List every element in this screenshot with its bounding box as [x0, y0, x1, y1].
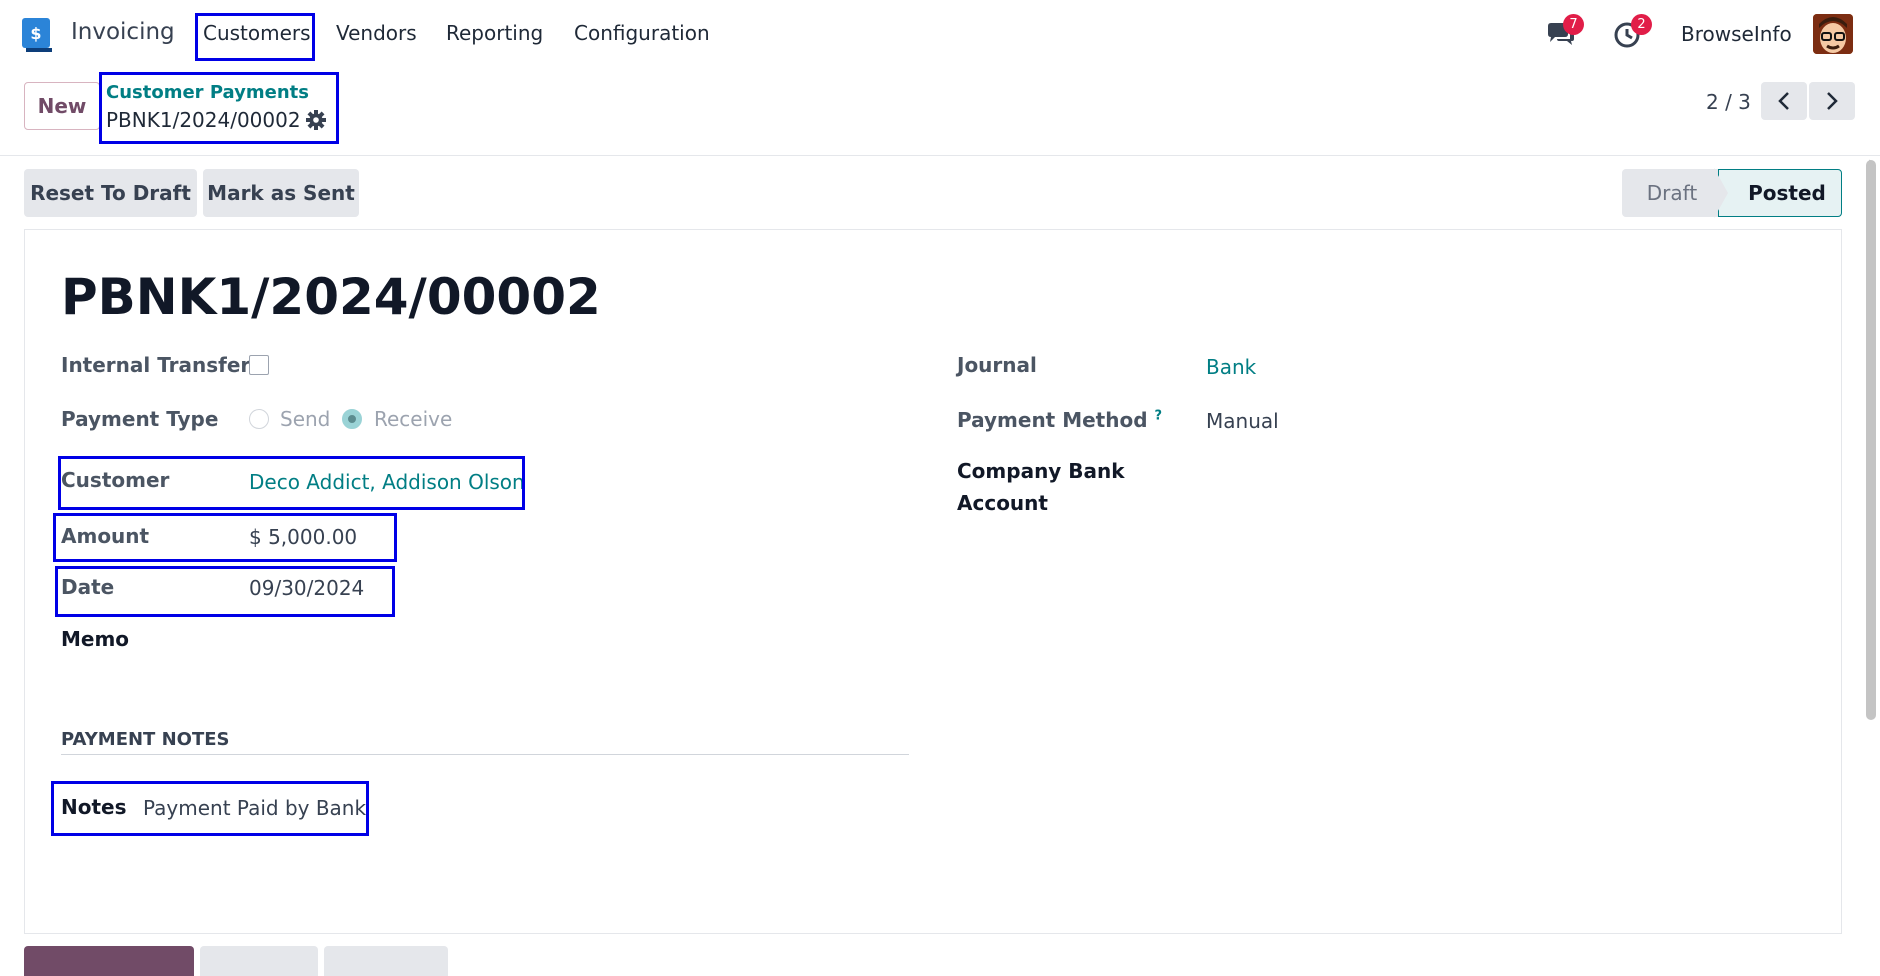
menu-reporting[interactable]: Reporting: [446, 21, 543, 45]
payment-type-label: Payment Type: [61, 407, 219, 431]
customer-field[interactable]: Deco Addict, Addison Olson: [249, 470, 525, 494]
breadcrumb-current-record: PBNK1/2024/00002: [106, 108, 301, 132]
control-panel: New Customer Payments PBNK1/2024/00002 2…: [0, 68, 1880, 156]
company-bank-label-line1: Company Bank: [957, 459, 1125, 483]
stage-arrow: [1714, 168, 1728, 218]
payment-type-send-label: Send: [280, 407, 331, 431]
log-note-button[interactable]: [200, 946, 318, 976]
activities-tab-button[interactable]: [324, 946, 448, 976]
vertical-scrollbar[interactable]: [1866, 160, 1876, 720]
payment-type-receive-label: Receive: [374, 407, 453, 431]
messages-button[interactable]: 7: [1545, 14, 1584, 50]
amount-field[interactable]: $ 5,000.00: [249, 525, 357, 549]
menu-customers[interactable]: Customers: [203, 21, 311, 45]
payment-type-receive-radio[interactable]: [342, 409, 362, 429]
record-actions-gear-icon[interactable]: [305, 109, 327, 131]
menu-vendors[interactable]: Vendors: [336, 21, 417, 45]
payment-method-label: Payment Method ?: [957, 408, 1162, 432]
pager-previous-button[interactable]: [1761, 82, 1807, 120]
amount-label: Amount: [61, 524, 150, 548]
reset-to-draft-button[interactable]: Reset To Draft: [24, 169, 197, 217]
activities-button[interactable]: 2: [1613, 14, 1652, 50]
customer-label: Customer: [61, 468, 170, 492]
stage-posted[interactable]: Posted: [1718, 169, 1842, 217]
activities-badge: 2: [1631, 14, 1652, 35]
payment-notes-header: PAYMENT NOTES: [61, 729, 230, 750]
messages-badge: 7: [1563, 14, 1584, 35]
mark-as-sent-button[interactable]: Mark as Sent: [203, 169, 359, 217]
record-title: PBNK1/2024/00002: [61, 268, 601, 326]
top-navbar: $ Invoicing Customers Vendors Reporting …: [0, 0, 1880, 68]
chevron-right-icon: [1827, 92, 1838, 110]
invoicing-app-icon[interactable]: $: [22, 18, 56, 52]
date-label: Date: [61, 575, 115, 599]
menu-configuration[interactable]: Configuration: [574, 21, 710, 45]
section-divider: [61, 754, 909, 755]
payment-type-send-radio[interactable]: [249, 409, 269, 429]
user-menu[interactable]: BrowseInfo: [1681, 22, 1792, 46]
app-name[interactable]: Invoicing: [71, 19, 175, 45]
internal-transfer-label: Internal Transfer: [61, 353, 251, 377]
company-bank-label-line2: Account: [957, 491, 1048, 515]
journal-field[interactable]: Bank: [1206, 355, 1256, 379]
date-field[interactable]: 09/30/2024: [249, 576, 364, 600]
payment-method-label-text: Payment Method: [957, 408, 1148, 432]
new-button[interactable]: New: [24, 82, 100, 130]
send-message-button[interactable]: [24, 946, 194, 976]
journal-label: Journal: [957, 353, 1037, 377]
pager-value[interactable]: 2 / 3: [1706, 90, 1751, 114]
notes-field[interactable]: Payment Paid by Bank: [143, 796, 366, 820]
status-bar: Draft Posted: [1622, 168, 1842, 218]
user-avatar[interactable]: [1813, 14, 1853, 54]
pager-next-button[interactable]: [1809, 82, 1855, 120]
breadcrumb-customer-payments[interactable]: Customer Payments: [106, 82, 309, 103]
payment-method-field[interactable]: Manual: [1206, 409, 1279, 433]
chevron-left-icon: [1778, 92, 1789, 110]
notes-label: Notes: [61, 795, 127, 819]
internal-transfer-checkbox[interactable]: [249, 355, 269, 375]
help-icon[interactable]: ?: [1155, 408, 1163, 423]
stage-draft[interactable]: Draft: [1622, 169, 1722, 217]
memo-label: Memo: [61, 627, 130, 651]
svg-text:$: $: [30, 24, 41, 43]
